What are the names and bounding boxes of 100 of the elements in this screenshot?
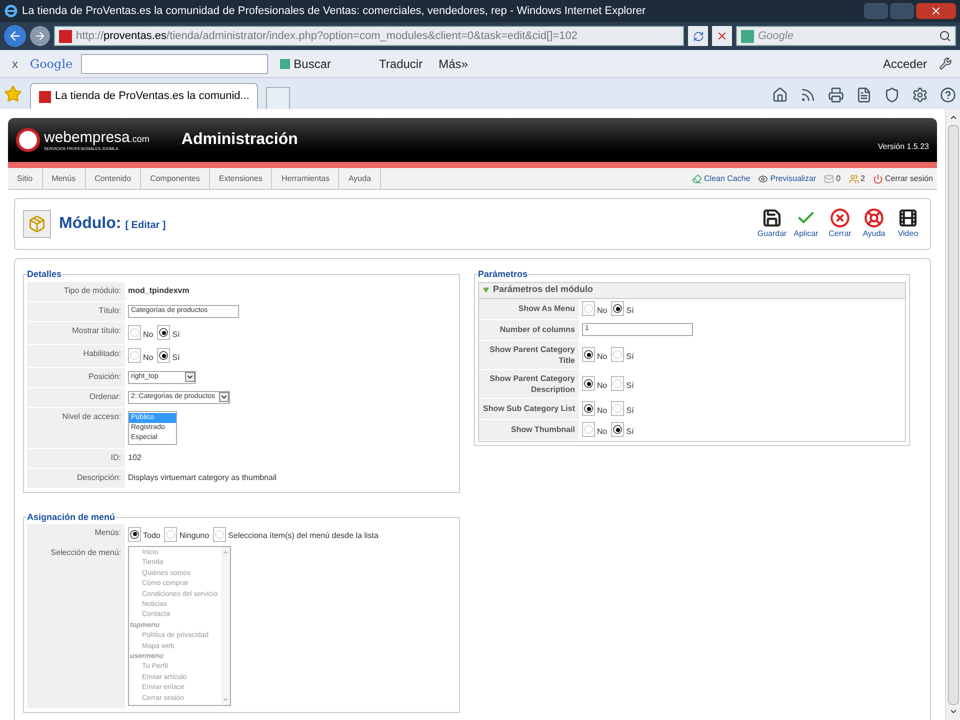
radio-label: No [597,404,608,416]
search-icon[interactable] [939,30,951,42]
logo-icon [16,128,40,152]
toolbar-icon[interactable] [856,87,872,103]
field-label: Ordenar: [27,388,125,406]
browser-tab[interactable]: La tienda de ProVentas.es la comunid... [30,83,258,109]
toolbar-icon[interactable] [828,87,844,103]
radio-button[interactable] [157,325,170,340]
toolbar-icon[interactable] [884,87,900,103]
version-label: Versión 1.5.23 [878,141,929,153]
back-button[interactable] [4,25,26,47]
toolbar-button[interactable]: Cerrar [826,208,854,240]
favicon [39,90,51,102]
toolbar-icon[interactable] [800,87,816,103]
messages-icon [824,174,834,184]
toolbar-icon[interactable] [940,87,956,103]
scroll-up-icon[interactable] [948,113,958,122]
radio-button[interactable] [582,376,595,391]
scroll-down-icon[interactable] [948,707,958,716]
users-icon [848,174,859,184]
caret-icon[interactable] [219,392,230,402]
toolbar-search-field[interactable] [80,54,268,74]
radio-button[interactable] [611,301,624,316]
radio-label: No [597,350,608,362]
radio-label: Ninguno [179,530,210,542]
radio-label: Sí [172,328,180,340]
caret-icon[interactable] [185,372,195,382]
search-button[interactable]: Buscar [276,54,336,72]
browser-logo-icon [4,4,18,18]
status-link[interactable]: 2 [848,172,865,184]
sign-in-button[interactable]: Acceder [878,54,931,72]
fieldset-legend: Asignación de menú [27,510,116,524]
radio-label: No [143,328,154,340]
menu-item[interactable]: Componentes [141,168,210,189]
forward-button[interactable] [30,26,50,46]
admin-title: Administración [181,130,298,150]
window-title: La tienda de ProVentas.es la comunidad de Profesionales de Ventas: comerciales, vendedores, rep - Windows Internet Explorer [22,4,646,19]
radio-button[interactable] [582,422,595,437]
field-value: Displays virtuemart category as thumbnail [128,472,277,484]
field-label: Posición: [27,368,125,386]
radio-button[interactable] [611,422,624,437]
menu-item[interactable]: Contenido [86,168,142,189]
url-text: http://proventas.es/tienda/administrator/index.php?option=com_modules&client=0&task=edit&cid[]=102 [76,28,578,44]
translate-button[interactable]: Traducir [375,54,427,72]
status-link[interactable]: 0 [824,172,841,184]
radio-button[interactable] [582,347,595,362]
close-toolbar-button[interactable]: x [8,54,22,72]
video-icon [898,208,918,228]
close-icon [830,208,850,228]
clean-icon [692,174,702,184]
status-link[interactable]: Previsualizar [758,172,816,184]
radio-label: Sí [626,426,634,438]
address-field[interactable]: http://proventas.es/tienda/administrator/index.php?option=com_modules&client=0&task=edit&cid[]=102 [54,26,684,46]
toolbar-button[interactable]: Video [894,208,922,240]
radio-button[interactable] [611,376,624,391]
field-label: Descripción: [27,468,125,488]
refresh-icon [692,30,704,42]
field-value: mod_tpindexvm [128,284,190,296]
radio-button[interactable] [128,325,141,340]
search-engine-icon [280,58,290,68]
scrollbar-thumb[interactable] [948,124,958,704]
menu-item[interactable]: Menús [42,168,86,189]
radio-button[interactable] [611,401,624,416]
status-link[interactable]: Cerrar sesión [872,172,933,184]
status-link[interactable]: Clean Cache [692,172,750,184]
expand-triangle-icon [483,287,489,293]
field-label: Tipo de módulo: [27,282,125,300]
field-label: Show Parent Category Title [479,340,579,368]
radio-label: Sí [172,352,180,364]
radio-button[interactable] [582,401,595,416]
menu-item[interactable]: Extensiones [210,168,272,189]
radio-label: No [597,380,608,392]
toolbar-button[interactable]: Aplicar [792,208,820,240]
radio-label: Todo [143,530,160,542]
menu-item[interactable]: Herramientas [272,168,340,189]
toolbar-button[interactable]: Ayuda [860,208,888,240]
toolbar-icon[interactable] [912,87,928,103]
refresh-button[interactable] [688,26,708,46]
radio-button[interactable] [157,348,170,363]
more-button[interactable]: Más» [434,54,472,72]
field-label: Number of columns [479,320,579,340]
stop-button[interactable] [712,26,732,46]
wrench-icon[interactable] [939,57,952,70]
close-button[interactable] [916,3,956,19]
radio-button[interactable] [611,347,624,362]
field-label: Habilitado: [27,344,125,366]
radio-button[interactable] [128,348,141,363]
panel-title: Parámetros del módulo [493,283,594,296]
radio-button[interactable] [582,301,595,316]
field-label: Show Thumbnail [479,420,579,440]
help-icon [864,208,884,228]
panel-header[interactable]: Parámetros del módulo [479,282,905,298]
page-scrollbar[interactable] [945,109,960,720]
menu-item[interactable]: Ayuda [339,168,382,189]
menu-item[interactable]: Sitio [8,168,43,189]
radio-label: No [597,304,608,316]
toolbar-icon[interactable] [772,87,788,103]
favicon [59,30,72,42]
toolbar-button[interactable]: Guardar [758,208,786,240]
radio-label: Selecciona ítem(s) del menú desde la lista [228,530,378,542]
